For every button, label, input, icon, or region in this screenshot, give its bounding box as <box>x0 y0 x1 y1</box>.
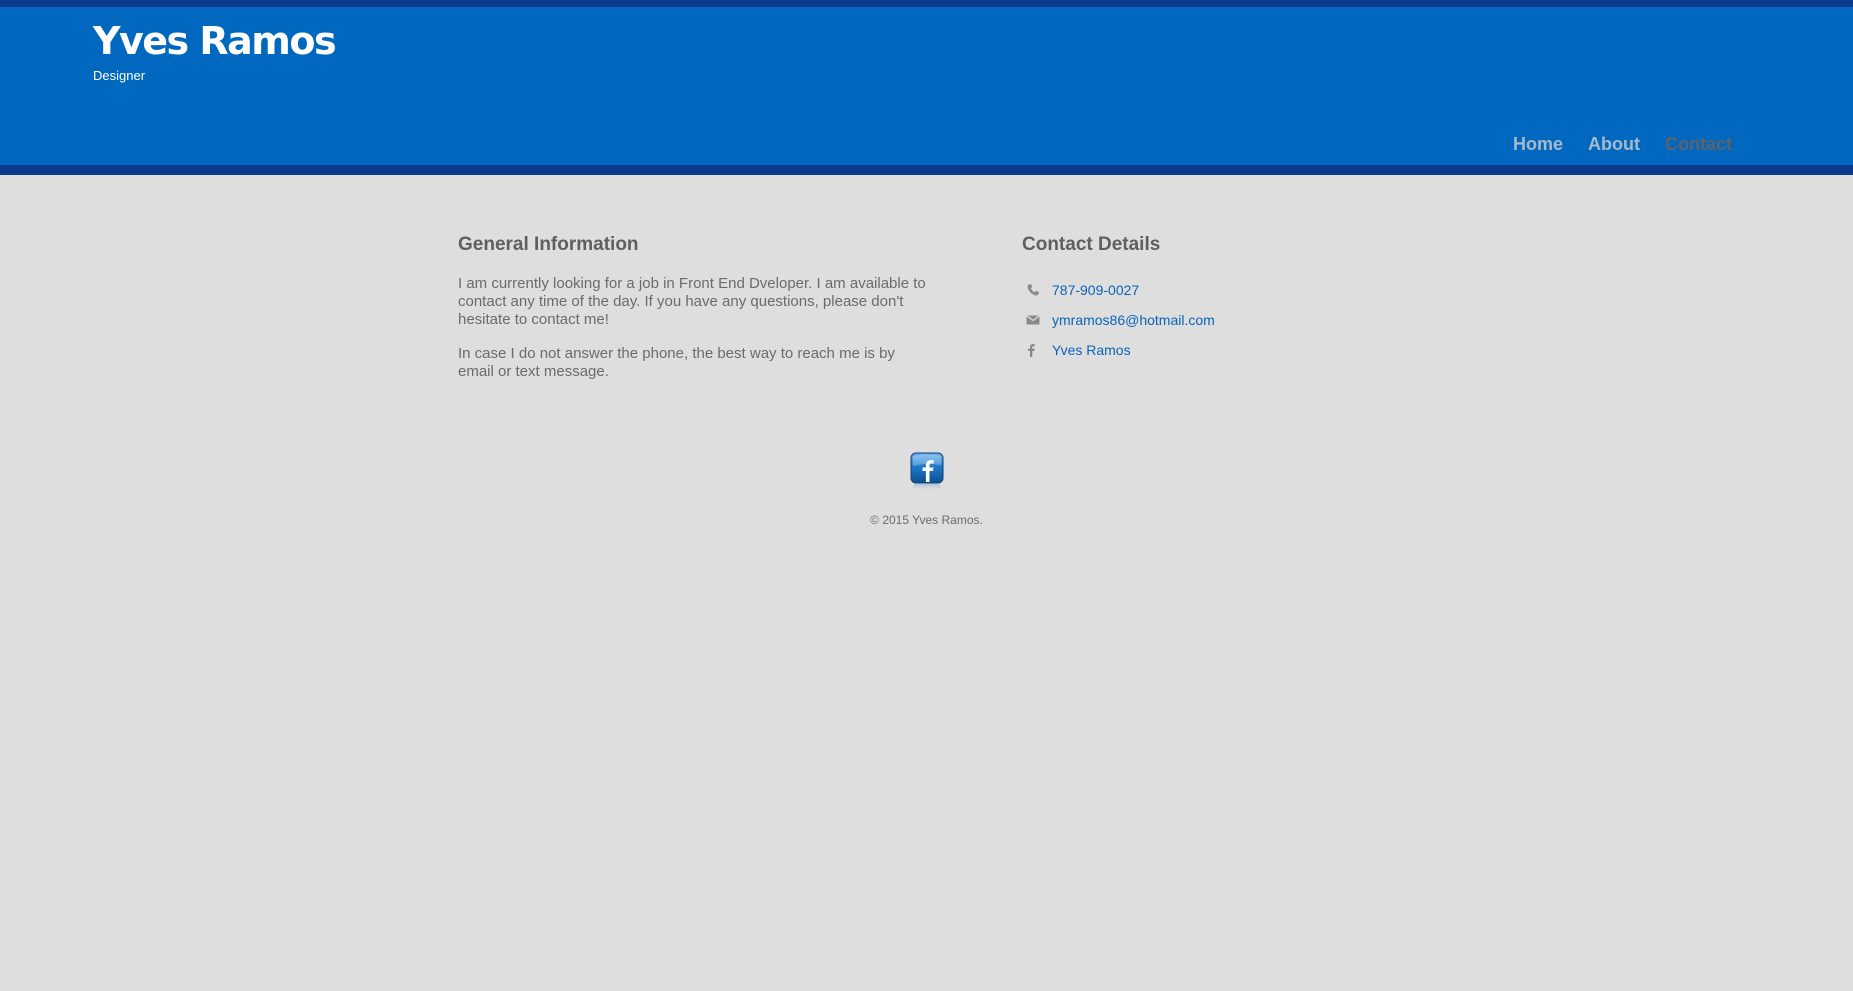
general-information-paragraph: In case I do not answer the phone, the b… <box>458 345 895 380</box>
general-information: General Information I am currently looki… <box>458 234 928 397</box>
facebook-link[interactable]: Yves Ramos <box>1052 342 1131 358</box>
footer-facebook-icon[interactable] <box>910 452 944 492</box>
contact-email-row: ymramos86@hotmail.com <box>1022 305 1215 335</box>
site-tagline: Designer <box>93 68 146 83</box>
phone-link[interactable]: 787-909-0027 <box>1052 282 1139 298</box>
general-information-paragraph: I am currently looking for a job in Fron… <box>458 275 926 328</box>
top-strip <box>0 0 1853 7</box>
mail-icon <box>1022 315 1052 325</box>
main-nav: Home About Contact <box>1513 134 1732 155</box>
nav-home[interactable]: Home <box>1513 134 1563 155</box>
contact-details: Contact Details 787-909-0027 ymramos86@h… <box>1022 234 1215 365</box>
contact-facebook-row: Yves Ramos <box>1022 335 1215 365</box>
phone-icon <box>1022 283 1052 297</box>
header-bottom-bar <box>0 165 1853 175</box>
nav-contact[interactable]: Contact <box>1665 134 1732 155</box>
copyright: © 2015 Yves Ramos. <box>870 513 983 527</box>
site-header: Yves Ramos Designer Home About Contact <box>0 7 1853 165</box>
facebook-icon <box>1022 343 1052 357</box>
nav-about[interactable]: About <box>1588 134 1640 155</box>
email-link[interactable]: ymramos86@hotmail.com <box>1052 312 1215 328</box>
site-title[interactable]: Yves Ramos <box>93 20 337 63</box>
contact-phone-row: 787-909-0027 <box>1022 275 1215 305</box>
contact-details-title: Contact Details <box>1022 234 1161 255</box>
general-information-title: General Information <box>458 234 639 255</box>
